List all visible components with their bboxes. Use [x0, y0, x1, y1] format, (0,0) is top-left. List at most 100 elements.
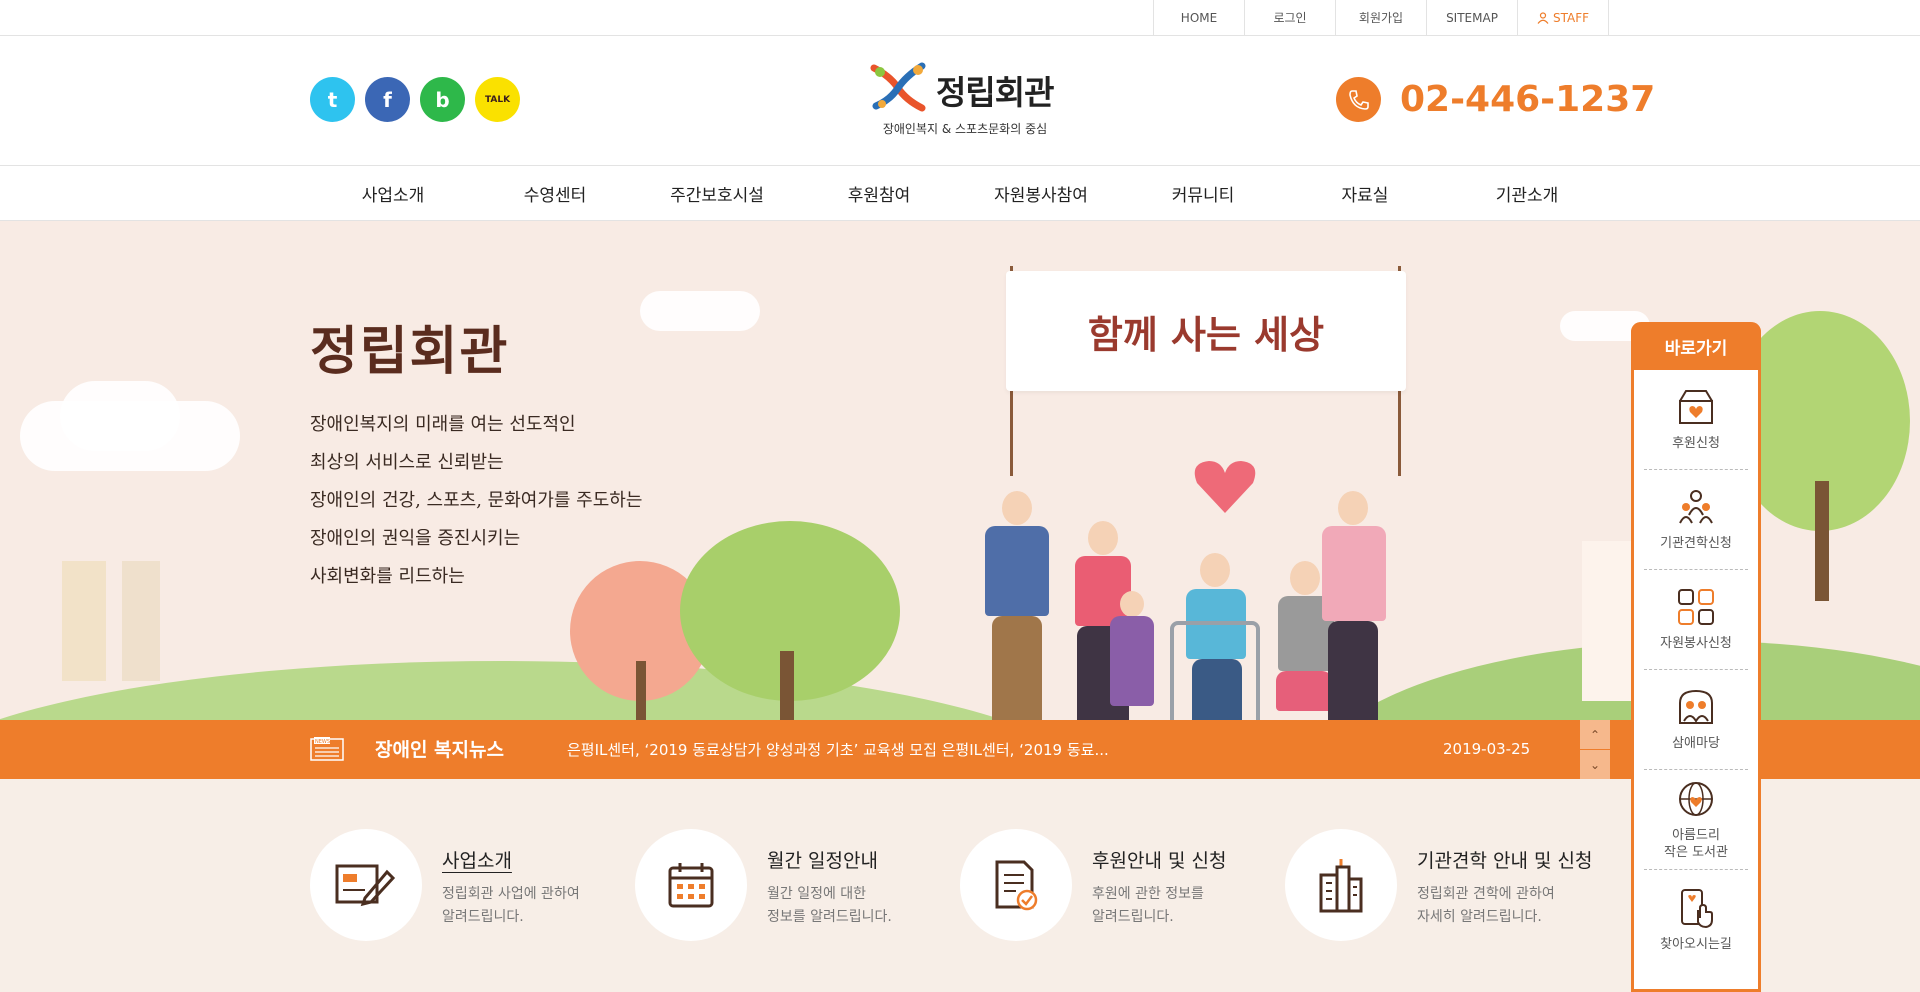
document-check-icon — [960, 829, 1072, 941]
logo-subtitle: 장애인복지 & 스포츠문화의 중심 — [882, 122, 1048, 136]
quick-link-label: 기관견학신청 — [1660, 536, 1732, 551]
twitter-icon[interactable]: t — [310, 77, 355, 122]
quick-link-label: 자원봉사신청 — [1660, 636, 1732, 651]
cloud-illustration — [60, 381, 180, 451]
phone-icon — [1336, 77, 1381, 122]
login-link[interactable]: 로그인 — [1245, 0, 1336, 35]
quick-item-description: 정립회관 사업에 관하여 알려드립니다. — [442, 886, 580, 925]
newspaper-icon: NEWS — [310, 737, 344, 761]
news-badge: NEWS — [315, 739, 330, 745]
quick-link-directions[interactable]: 찾아오시는길 — [1644, 870, 1748, 970]
nav-item-swimming[interactable]: 수영센터 — [474, 166, 636, 221]
staff-link[interactable]: STAFF — [1518, 0, 1609, 35]
person-head — [1290, 561, 1320, 595]
nav-item-community[interactable]: 커뮤니티 — [1122, 166, 1284, 221]
logo-title: 정립회관 — [936, 73, 1054, 112]
building-icon — [1285, 829, 1397, 941]
quick-link-library[interactable]: 아름드리 작은 도서관 — [1644, 770, 1748, 870]
quick-item-title: 사업소개 — [442, 850, 512, 872]
person-head — [1088, 521, 1118, 555]
quick-item-donation[interactable]: 후원안내 및 신청 후원에 관한 정보를 알려드립니다. — [960, 829, 1285, 941]
quick-item-title: 기관견학 안내 및 신청 — [1417, 850, 1593, 872]
quick-link-samae[interactable]: 삼애마당 — [1644, 670, 1748, 770]
quick-link-label: 삼애마당 — [1672, 736, 1720, 751]
person-head — [1120, 591, 1144, 617]
person-illustration — [1322, 526, 1386, 621]
nav-item-about[interactable]: 기관소개 — [1446, 166, 1608, 221]
quick-link-volunteer[interactable]: 자원봉사신청 — [1644, 570, 1748, 670]
quick-item-description: 후원에 관한 정보를 알려드립니다. — [1092, 886, 1204, 925]
nav-item-daycare[interactable]: 주간보호시설 — [636, 166, 798, 221]
hero-banner: 함께 사는 세상 — [1006, 271, 1406, 391]
tower-illustration — [62, 561, 106, 681]
hero-line: 장애인복지의 미래를 여는 선도적인 — [310, 414, 576, 435]
news-date: 2019-03-25 — [1443, 740, 1531, 758]
pencil-note-icon — [310, 829, 422, 941]
quick-item-tour[interactable]: 기관견학 안내 및 신청 정립회관 견학에 관하여 자세히 알려드립니다. — [1285, 829, 1610, 941]
person-head — [1200, 553, 1230, 587]
home-link[interactable]: HOME — [1154, 0, 1245, 35]
nav-item-volunteer[interactable]: 자원봉사참여 — [960, 166, 1122, 221]
hero-banner-text: 함께 사는 세상 — [1087, 311, 1325, 357]
nav-item-donation[interactable]: 후원참여 — [798, 166, 960, 221]
nav-item-resources[interactable]: 자료실 — [1284, 166, 1446, 221]
person-illustration — [1110, 616, 1154, 706]
site-header: t f b TALK 정립회관 장애인복지 & 스포츠문화의 중심 02-446… — [0, 36, 1920, 165]
house-illustration — [1582, 541, 1632, 701]
facebook-icon[interactable]: f — [365, 77, 410, 122]
quick-link-sidebar: 바로가기 후원신청 기관견학신청 자원봉사신청 삼애마당 아름드리 작은 도서관… — [1631, 322, 1761, 992]
quick-link-label: 아름드리 작은 도서관 — [1664, 827, 1728, 860]
quick-item-title: 월간 일정안내 — [767, 850, 878, 872]
tree-trunk — [1815, 481, 1829, 601]
sitemap-link[interactable]: SITEMAP — [1427, 0, 1518, 35]
news-headline[interactable]: 은평IL센터, ‘2019 동료상담가 양성과정 기초’ 교육생 모집 은평IL… — [567, 739, 1127, 760]
signup-link[interactable]: 회원가입 — [1336, 0, 1427, 35]
utility-links: HOME 로그인 회원가입 SITEMAP STAFF — [1153, 0, 1609, 35]
phone-contact: 02-446-1237 — [1336, 77, 1655, 122]
blog-icon[interactable]: b — [420, 77, 465, 122]
quick-link-donation[interactable]: 후원신청 — [1644, 370, 1748, 470]
kakaotalk-icon[interactable]: TALK — [475, 77, 520, 122]
person-head — [1002, 491, 1032, 525]
quick-link-label: 후원신청 — [1672, 436, 1720, 451]
hero-line: 장애인의 건강, 스포츠, 문화여가를 주도하는 — [310, 490, 643, 511]
hero-title: 정립회관 — [310, 321, 510, 382]
quick-item-description: 정립회관 견학에 관하여 자세히 알려드립니다. — [1417, 886, 1555, 925]
hero-description: 장애인복지의 미래를 여는 선도적인 최상의 서비스로 신뢰받는 장애인의 건강… — [310, 406, 642, 596]
quick-item-business[interactable]: 사업소개 정립회관 사업에 관하여 알려드립니다. — [310, 829, 635, 941]
quick-item-title: 후원안내 및 신청 — [1092, 850, 1227, 872]
calendar-icon — [635, 829, 747, 941]
news-title: 장애인 복지뉴스 — [375, 739, 504, 761]
globe-icon — [1679, 781, 1713, 816]
hero-line: 장애인의 권익을 증진시키는 — [310, 528, 521, 549]
nav-item-business[interactable]: 사업소개 — [312, 166, 474, 221]
helping-hands-icon — [1678, 589, 1714, 625]
quick-link-title: 바로가기 — [1631, 322, 1761, 370]
hero-line: 사회변화를 리드하는 — [310, 566, 465, 587]
person-illustration — [1276, 671, 1332, 711]
group-icon — [1679, 490, 1713, 524]
phone-number: 02-446-1237 — [1400, 79, 1656, 120]
news-next-button[interactable]: ⌄ — [1580, 750, 1610, 779]
main-navigation: 사업소개 수영센터 주간보호시설 후원참여 자원봉사참여 커뮤니티 자료실 기관… — [0, 165, 1920, 221]
donation-box-icon — [1679, 390, 1713, 424]
person-icon — [1537, 11, 1549, 24]
hero-line: 최상의 서비스로 신뢰받는 — [310, 452, 504, 473]
mobile-touch-icon — [1681, 888, 1713, 928]
cloud-illustration — [640, 291, 760, 331]
news-prev-button[interactable]: ⌃ — [1580, 720, 1610, 749]
quick-link-label: 찾아오시는길 — [1660, 936, 1732, 952]
person-illustration — [985, 526, 1049, 616]
heart-icon — [1194, 461, 1256, 513]
person-head — [1338, 491, 1368, 525]
tower-illustration — [122, 561, 160, 681]
staff-link-label: STAFF — [1552, 10, 1590, 25]
logo-mark-icon — [870, 62, 926, 112]
quick-item-description: 월간 일정에 대한 정보를 알려드립니다. — [767, 886, 892, 925]
quick-link-tour[interactable]: 기관견학신청 — [1644, 470, 1748, 570]
quick-item-schedule[interactable]: 월간 일정안내 월간 일정에 대한 정보를 알려드립니다. — [635, 829, 960, 941]
news-navigation: ⌃ ⌄ — [1580, 720, 1610, 779]
utility-bar: HOME 로그인 회원가입 SITEMAP STAFF — [0, 0, 1920, 36]
sns-links: t f b TALK — [310, 77, 520, 122]
family-icon — [1679, 689, 1713, 724]
